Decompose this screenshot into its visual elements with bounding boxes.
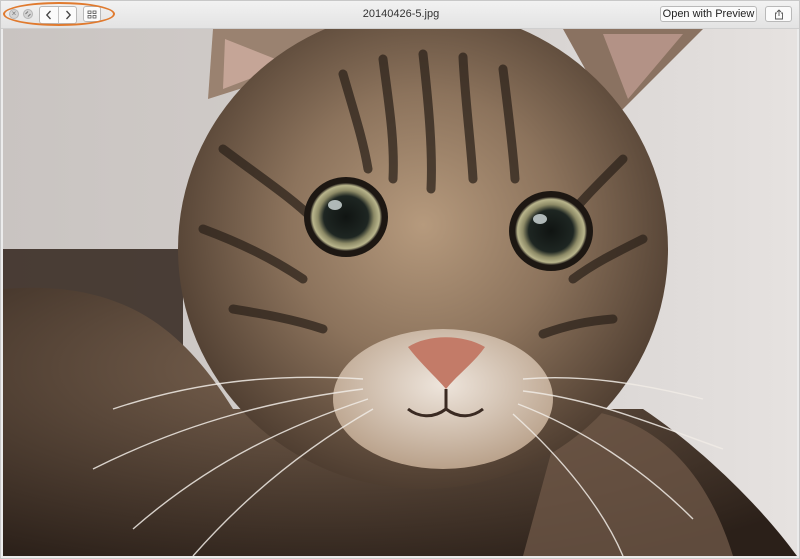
- open-with-preview-button[interactable]: Open with Preview: [660, 6, 757, 22]
- photo-preview: [3, 29, 797, 556]
- quicklook-window: × 20140426-5.jpg Open with Preview: [0, 0, 800, 559]
- highlight-annotation: [3, 2, 115, 26]
- share-icon: [774, 8, 783, 19]
- share-button[interactable]: [765, 6, 792, 22]
- toolbar: × 20140426-5.jpg Open with Preview: [1, 1, 799, 29]
- window-title: 20140426-5.jpg: [362, 8, 440, 20]
- cat-photo: [3, 29, 797, 556]
